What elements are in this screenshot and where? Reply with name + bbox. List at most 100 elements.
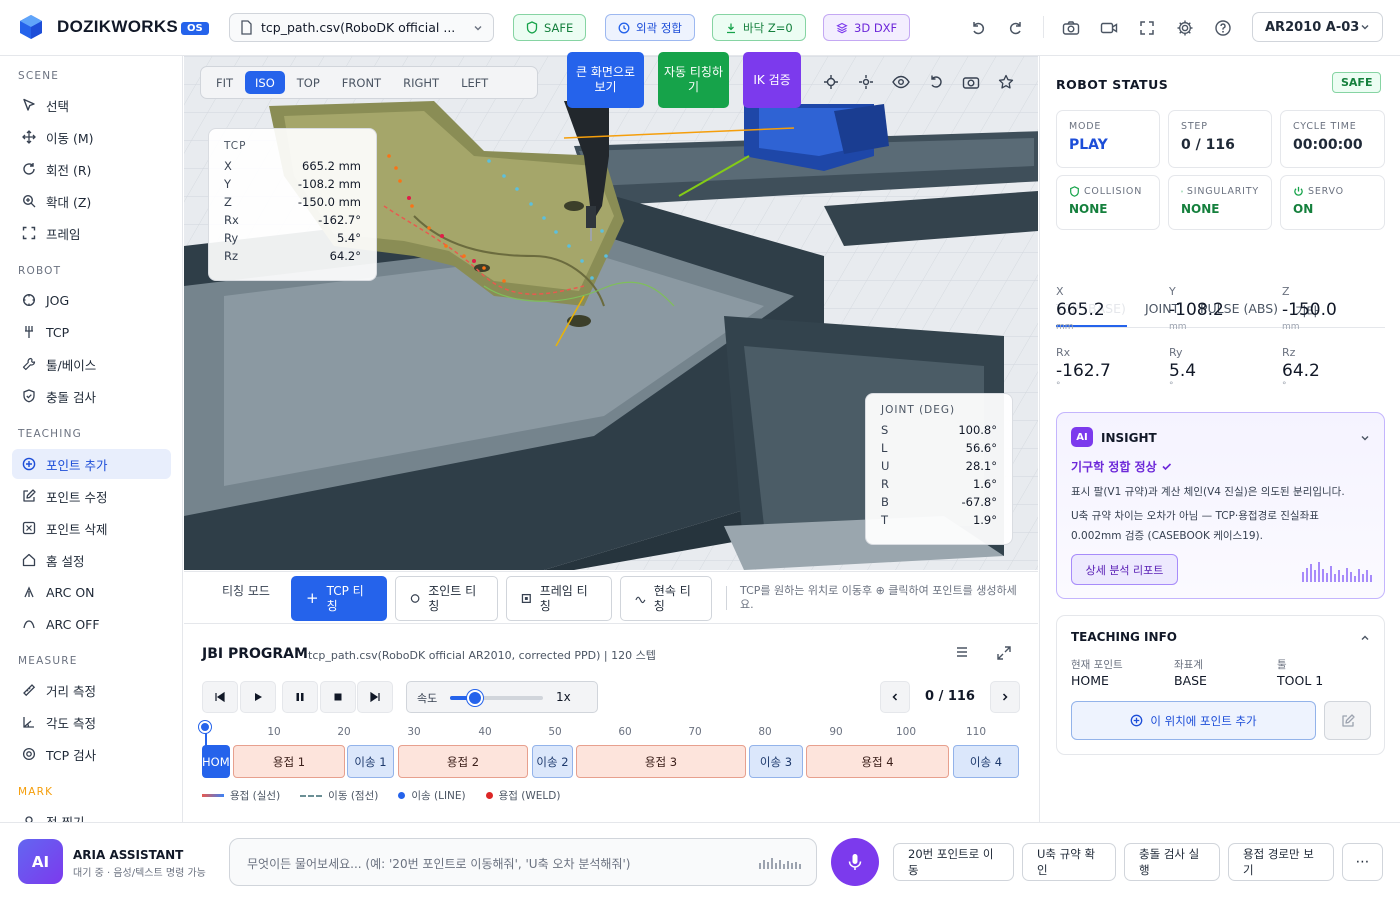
edit-point-button[interactable] xyxy=(1324,701,1371,740)
gear-icon[interactable] xyxy=(1173,16,1197,40)
sidebar-item-frame[interactable]: 프레임 xyxy=(12,218,171,248)
quick-action-button[interactable]: 용접 경로만 보기 xyxy=(1228,843,1334,881)
video-icon[interactable] xyxy=(1097,16,1121,40)
status-card-singularity: SINGULARITY NONE xyxy=(1168,175,1272,230)
joint-teach-button[interactable]: 조인트 티칭 xyxy=(395,576,498,621)
file-name: tcp_path.csv(RoboDK official ... xyxy=(261,20,456,35)
dxf-badge[interactable]: 3D DXF xyxy=(823,14,911,41)
timeline-segment-home[interactable]: HOME xyxy=(202,745,230,778)
bar-divider xyxy=(726,586,727,610)
camera-icon[interactable] xyxy=(1059,16,1083,40)
coord-label-x: X xyxy=(1056,285,1064,298)
timeline-segment-weld[interactable]: 용접 2 xyxy=(398,745,528,778)
frame-square-icon xyxy=(521,593,531,604)
sidebar-item-collision[interactable]: 충돌 검사 xyxy=(12,381,171,411)
quick-action-button[interactable]: U축 규약 확인 xyxy=(1022,843,1116,881)
sidebar-item-add-point[interactable]: 포인트 추가 xyxy=(12,449,171,479)
sidebar-item-arc-on[interactable]: ARC ON xyxy=(12,577,171,607)
skip-end-button[interactable] xyxy=(357,681,393,713)
outline-match-badge[interactable]: 외곽 정합 xyxy=(605,14,695,41)
sidebar-item-jog[interactable]: JOG xyxy=(12,285,171,315)
ik-verify-button[interactable]: IK 검증 xyxy=(743,52,801,108)
view-fit-button[interactable]: FIT xyxy=(206,71,243,94)
sidebar-item-zoom[interactable]: 확대 (Z) xyxy=(12,186,171,216)
expand-icon[interactable] xyxy=(996,645,1012,664)
quick-action-button[interactable]: 충돌 검사 실행 xyxy=(1124,843,1220,881)
add-point-here-button[interactable]: 이 위치에 포인트 추가 xyxy=(1071,701,1316,740)
screenshot-icon[interactable] xyxy=(960,72,982,92)
robot-model-selector[interactable]: AR2010 A-03 xyxy=(1252,12,1383,42)
timeline-segment-move[interactable]: 이송 1 xyxy=(347,745,394,778)
view-right-button[interactable]: RIGHT xyxy=(393,71,449,94)
continuous-teach-button[interactable]: 현속 티칭 xyxy=(620,576,712,621)
help-icon[interactable] xyxy=(1211,16,1235,40)
view-top-button[interactable]: TOP xyxy=(287,71,330,94)
timeline-segment-weld[interactable]: 용접 1 xyxy=(233,745,345,778)
timeline-segment-weld[interactable]: 용접 3 xyxy=(576,745,746,778)
list-icon[interactable] xyxy=(955,645,969,662)
more-options-button[interactable]: ⋯ xyxy=(1342,843,1383,881)
view-front-button[interactable]: FRONT xyxy=(332,71,391,94)
detail-report-button[interactable]: 상세 분석 리포트 xyxy=(1071,554,1178,585)
floor-z-badge[interactable]: 바닥 Z=0 xyxy=(712,14,806,41)
reset-view-icon[interactable] xyxy=(925,72,947,92)
redo-icon[interactable] xyxy=(1004,16,1028,40)
safe-badge[interactable]: SAFE xyxy=(513,14,587,41)
star-icon[interactable] xyxy=(995,72,1017,92)
frame-teach-button[interactable]: 프레임 티칭 xyxy=(506,576,612,621)
sidebar-item-rotate[interactable]: 회전 (R) xyxy=(12,154,171,184)
joint-value: 100.8° xyxy=(958,423,997,437)
sidebar-item-angle[interactable]: 각도 측정 xyxy=(12,707,171,737)
sidebar-item-tcp-check[interactable]: TCP 검사 xyxy=(12,739,171,769)
skip-start-button[interactable] xyxy=(202,681,238,713)
axis-crosshair-icon[interactable] xyxy=(820,72,842,92)
chevron-down-icon[interactable] xyxy=(1360,433,1370,443)
play-button[interactable] xyxy=(240,681,276,713)
auto-teach-button[interactable]: 자동 티칭하기 xyxy=(658,52,729,108)
sidebar-item-tool-base[interactable]: 툴/베이스 xyxy=(12,349,171,379)
assistant-input-placeholder: 무엇이든 물어보세요... (예: '20번 포인트로 이동해줘', 'U축 오… xyxy=(247,857,631,871)
speed-slider[interactable] xyxy=(450,690,543,706)
speed-slider-handle[interactable] xyxy=(467,690,484,706)
tcp-teach-button[interactable]: + TCP 티칭 xyxy=(291,576,387,621)
prev-step-button[interactable] xyxy=(880,681,910,713)
timeline-segment-move[interactable]: 이송 4 xyxy=(953,745,1019,778)
timeline-segment-move[interactable]: 이송 3 xyxy=(749,745,803,778)
timeline-cursor[interactable] xyxy=(199,721,211,733)
quick-action-button[interactable]: 20번 포인트로 이동 xyxy=(893,843,1014,881)
timeline-segment-weld[interactable]: 용접 4 xyxy=(806,745,949,778)
view-left-button[interactable]: LEFT xyxy=(451,71,498,94)
fullscreen-icon[interactable] xyxy=(1135,16,1159,40)
pause-button[interactable] xyxy=(282,681,318,713)
sidebar-item-mark-point[interactable]: 점 찍기 xyxy=(12,806,171,822)
sidebar-item-distance[interactable]: 거리 측정 xyxy=(12,675,171,705)
sidebar-item-label: 회전 (R) xyxy=(46,162,92,178)
shield-icon xyxy=(1070,186,1079,197)
coord-value-z: -150.0 xyxy=(1282,300,1337,320)
timeline-segment-move[interactable]: 이송 2 xyxy=(532,745,573,778)
next-step-button[interactable] xyxy=(990,681,1020,713)
locate-icon[interactable] xyxy=(855,72,877,92)
sidebar-item-move[interactable]: 이동 (M) xyxy=(12,122,171,152)
microphone-button[interactable] xyxy=(831,838,879,886)
sidebar-item-edit-point[interactable]: 포인트 수정 xyxy=(12,481,171,511)
timeline-legend: 용접 (실선) 이동 (점선) 이송 (LINE) 용접 (WELD) xyxy=(202,788,560,803)
stop-button[interactable] xyxy=(320,681,356,713)
assistant-input[interactable]: 무엇이든 물어보세요... (예: '20번 포인트로 이동해줘', 'U축 오… xyxy=(229,838,817,886)
microphone-icon xyxy=(848,854,862,870)
eye-icon[interactable] xyxy=(890,72,912,92)
view-iso-button[interactable]: ISO xyxy=(245,71,285,94)
safe-badge-label: SAFE xyxy=(544,20,574,35)
joint-value: 28.1° xyxy=(965,459,997,473)
sidebar-item-select[interactable]: 선택 xyxy=(12,90,171,120)
chevron-up-icon[interactable] xyxy=(1360,633,1370,643)
sidebar-item-delete-point[interactable]: 포인트 삭제 xyxy=(12,513,171,543)
fullscreen-view-button[interactable]: 큰 화면으로 보기 xyxy=(567,52,644,108)
sidebar-item-tcp[interactable]: TCP xyxy=(12,317,171,347)
undo-icon[interactable] xyxy=(966,16,990,40)
edit-icon xyxy=(1341,713,1355,727)
sidebar-item-arc-off[interactable]: ARC OFF xyxy=(12,609,171,639)
sidebar-item-set-home[interactable]: 홈 설정 xyxy=(12,545,171,575)
file-selector[interactable]: tcp_path.csv(RoboDK official ... xyxy=(229,13,494,42)
robot-model-label: AR2010 A-03 xyxy=(1265,19,1360,35)
